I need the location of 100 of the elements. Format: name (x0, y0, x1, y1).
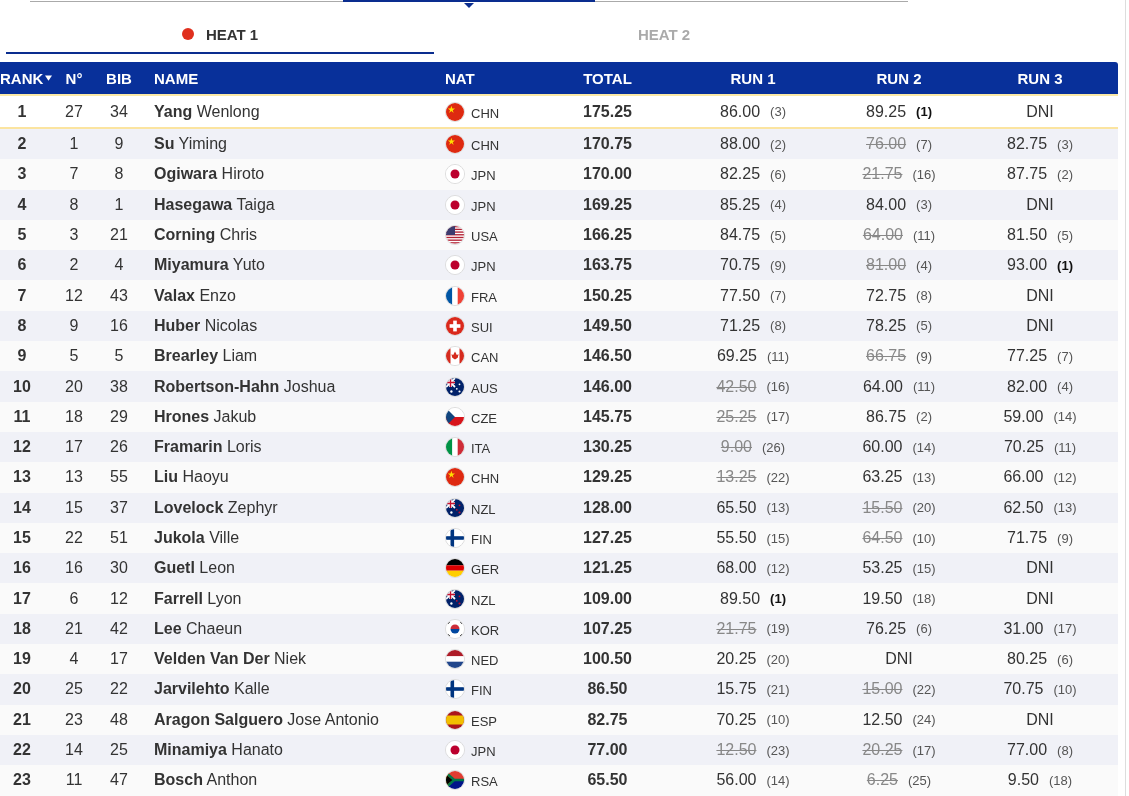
run-score: 78.25 (866, 316, 907, 335)
rank-text: 10 (13, 377, 31, 396)
run-score: DNI (1026, 559, 1054, 578)
total-score: 129.25 (583, 468, 632, 487)
run-place: (4) (770, 197, 786, 213)
run-score: 81.50 (1007, 226, 1048, 245)
number-text: 16 (65, 559, 83, 578)
run-score: DNI (1026, 316, 1054, 335)
total-score: 170.75 (583, 135, 632, 154)
athlete-name: Velden Van Der Niek (154, 650, 307, 669)
rank-text: 17 (13, 589, 31, 608)
country-code: RSA (471, 774, 498, 790)
number-text: 11 (65, 771, 83, 790)
athlete-name: Guetl Leon (154, 559, 235, 578)
run-place: (2) (916, 409, 932, 425)
bib-text: 4 (114, 256, 124, 275)
athlete-name: Ogiwara Hiroto (154, 165, 265, 184)
rank-text: 4 (17, 195, 27, 214)
country-code: FIN (471, 683, 492, 699)
run-score: 62.50 (1003, 498, 1044, 517)
rank-text: 6 (17, 256, 27, 275)
number-text: 12 (65, 286, 83, 305)
run-place: (1) (770, 591, 786, 607)
run-score: DNI (1026, 102, 1054, 121)
run-score: 53.25 (862, 559, 903, 578)
run-place: (13) (1053, 500, 1077, 516)
run-score: DNI (1026, 710, 1054, 729)
run-place: (10) (912, 530, 936, 546)
run-place: (7) (770, 288, 786, 304)
rank-text: 21 (13, 710, 31, 729)
run-score: 93.00 (1007, 256, 1048, 275)
run-place: (18) (912, 591, 936, 607)
number-text: 7 (69, 165, 79, 184)
total-score: 166.25 (583, 226, 632, 245)
athlete-name: Hrones Jakub (154, 407, 257, 426)
country-code: USA (471, 229, 498, 245)
heat-tab[interactable]: HEAT 1 (6, 16, 434, 54)
athlete-name: Jarvilehto Kalle (154, 680, 270, 699)
bib-text: 48 (110, 710, 128, 729)
run-place: (10) (1053, 682, 1077, 697)
total-score: 86.50 (587, 680, 628, 699)
run-score: 89.50 (720, 589, 761, 608)
column-header: RUN 1 (730, 69, 776, 87)
rank-text: 5 (17, 226, 27, 245)
total-score: 163.75 (583, 256, 632, 275)
run-place: (3) (916, 197, 932, 213)
athlete-name: Framarin Loris (154, 438, 262, 457)
rank-text: 23 (13, 771, 31, 790)
run-place: (15) (912, 560, 936, 576)
country-code: AUS (471, 380, 498, 396)
athlete-name: Hasegawa Taiga (154, 195, 275, 214)
country-code: FRA (471, 289, 497, 305)
run-score: 72.75 (866, 286, 907, 305)
bib-text: 30 (110, 559, 128, 578)
bib-text: 38 (110, 377, 128, 396)
run-place: (11) (912, 227, 936, 243)
rank-text: 14 (13, 498, 31, 517)
bib-text: 51 (110, 529, 128, 547)
run-score: 19.50 (862, 589, 903, 608)
run-place: (25) (908, 772, 932, 788)
athlete-name: Jukola Ville (154, 529, 240, 547)
run-score: 81.00 (866, 256, 907, 275)
run-score: 76.25 (866, 619, 907, 638)
run-score: 21.75 (716, 619, 757, 638)
total-score: 65.50 (587, 771, 628, 790)
run-score: 70.25 (716, 710, 757, 729)
run-score: 87.75 (1007, 165, 1048, 184)
run-place: (17) (1053, 621, 1077, 637)
number-text: 3 (69, 226, 79, 245)
run-score: 77.00 (1007, 741, 1048, 760)
column-header[interactable]: RANK (0, 69, 44, 87)
run-score: 59.00 (1003, 407, 1044, 426)
run-score: 31.00 (1003, 619, 1044, 638)
run-place: (12) (1053, 469, 1077, 485)
athlete-name: Brearley Liam (154, 347, 258, 366)
rank-text: 1 (17, 102, 27, 121)
run-score: 25.25 (716, 407, 757, 426)
number-text: 21 (65, 619, 83, 638)
bib-text: 55 (110, 468, 128, 487)
run-score: 76.00 (866, 135, 907, 154)
country-code: CAN (471, 350, 499, 366)
sort-caret-icon[interactable] (45, 75, 53, 81)
country-code: GER (471, 562, 500, 578)
athlete-name: Liu Haoyu (154, 468, 229, 487)
rank-text: 12 (13, 438, 31, 457)
athlete-name: Farrell Lyon (154, 589, 242, 608)
number-text: 15 (65, 498, 83, 517)
run-place: (6) (1057, 651, 1073, 667)
run-place: (10) (766, 712, 790, 728)
run-place: (6) (770, 166, 786, 182)
rank-text: 11 (13, 407, 31, 426)
run-place: (14) (766, 772, 790, 788)
run-place: (12) (766, 560, 790, 576)
run-place: (23) (766, 742, 790, 758)
number-text: 14 (65, 741, 83, 760)
bib-text: 43 (110, 286, 128, 305)
run-place: (5) (770, 227, 786, 243)
bib-text: 21 (110, 226, 128, 245)
run-score: DNI (885, 650, 913, 669)
run-place: (22) (912, 682, 936, 697)
